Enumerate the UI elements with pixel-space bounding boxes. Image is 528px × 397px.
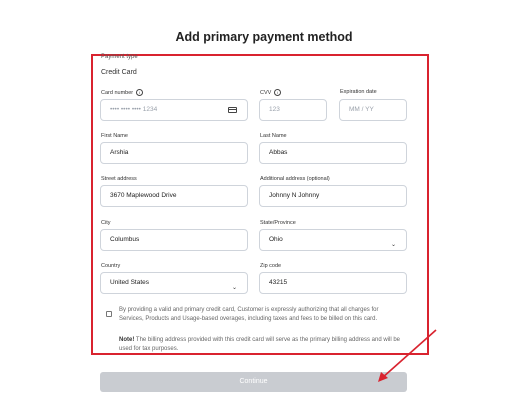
annotation-arrow <box>378 329 437 382</box>
